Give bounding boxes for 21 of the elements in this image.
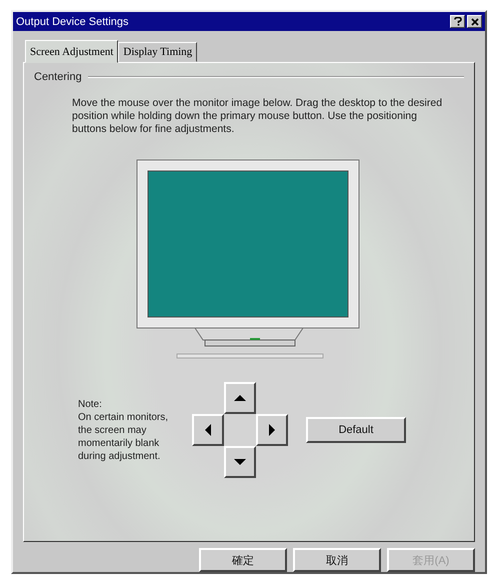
group-title: Centering	[34, 71, 82, 83]
tab[interactable]: Screen Adjustment	[25, 40, 118, 63]
note-text: On certain monitors, the screen may momentarily blank during adjustment.	[78, 410, 170, 462]
help-button[interactable]	[450, 15, 465, 28]
window-title: Output Device Settings	[16, 16, 129, 28]
dialog-button[interactable]: 取消	[293, 548, 381, 572]
instructions-text: Move the mouse over the monitor image below. Drag the desktop to the desired position while holding down the primary mouse button. Use the positioning buttons below for fine adjustments.	[72, 97, 444, 136]
default-button[interactable]: Default	[306, 417, 406, 443]
close-button[interactable]	[467, 15, 482, 28]
tab[interactable]: Display Timing	[118, 42, 198, 62]
dialog-button[interactable]: 確定	[199, 548, 287, 572]
left-arrow-button[interactable]	[192, 414, 224, 446]
down-arrow-icon	[234, 456, 246, 468]
right-arrow-icon	[266, 424, 278, 436]
question-mark-icon	[454, 17, 462, 26]
right-arrow-button[interactable]	[256, 414, 288, 446]
down-arrow-button[interactable]	[224, 446, 256, 478]
note-heading: Note:	[78, 398, 103, 410]
up-arrow-button[interactable]	[224, 382, 256, 414]
up-arrow-icon	[234, 392, 246, 404]
close-icon	[470, 18, 478, 26]
